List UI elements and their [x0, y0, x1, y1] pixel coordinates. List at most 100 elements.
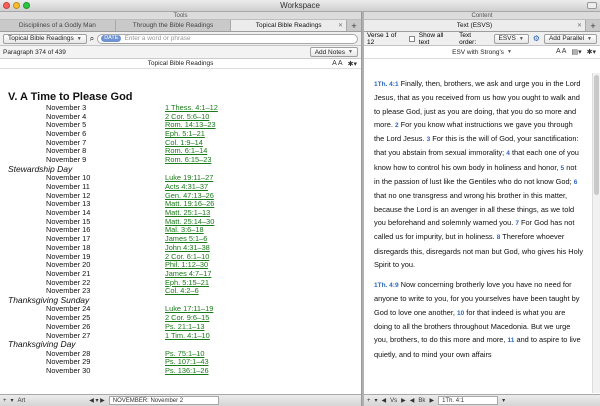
document-title-strip: Topical Bible Readings A A ✱▾	[0, 59, 361, 69]
tab-disciplines[interactable]: Disciplines of a Godly Man	[0, 20, 116, 31]
paragraph-indicator: Paragraph 374 of 439	[3, 48, 66, 56]
resource-select-label: Topical Bible Readings	[8, 35, 74, 42]
chevron-down-icon[interactable]: ▾	[375, 397, 378, 404]
verse-nav-button[interactable]: Vs	[390, 398, 397, 404]
window-titlebar: Workspace	[0, 0, 600, 12]
chevron-down-icon[interactable]: ▾	[11, 397, 14, 404]
reading-date: November 23	[46, 286, 91, 296]
verse-text: received from us	[435, 93, 493, 103]
tab-label: Topical Bible Readings	[255, 22, 322, 29]
version-label: ESVS	[498, 35, 516, 42]
location-value: NOVEMBER: November 2	[112, 397, 184, 404]
left-status-bar: + ▾ Art ◀ ▾ ▶ NOVEMBER: November 2	[0, 394, 361, 406]
options-icon[interactable]: ▾	[502, 397, 505, 404]
verse-text: For	[518, 217, 535, 227]
tab-text-esvs[interactable]: Text (ESVS) ✕	[364, 20, 586, 31]
dropdown-arrow-icon: ▼	[76, 35, 82, 42]
verse-indicator: Verse 1 of 12	[367, 31, 397, 46]
scripture-link[interactable]: Ps. 136:1–26	[165, 366, 209, 376]
font-size-icon[interactable]: A A	[332, 60, 343, 68]
location-field[interactable]: NOVEMBER: November 2	[108, 396, 219, 405]
scrollbar-thumb[interactable]	[594, 75, 599, 195]
verse-text: to please God, just as you are doing, th…	[374, 106, 525, 116]
bible-paragraph: 1Th. 4:1 Finally, then, brothers, we ask…	[374, 77, 584, 271]
add-tab-button[interactable]: +	[347, 20, 361, 31]
font-size-icon[interactable]: A A	[556, 48, 567, 56]
layout-icon[interactable]: ▤▾	[571, 48, 581, 56]
close-tab-icon[interactable]: ✕	[338, 22, 343, 29]
reading-date: November 30	[46, 366, 91, 376]
prev-book-icon[interactable]: ◀	[410, 397, 415, 404]
verse-reference[interactable]: 1Th. 4:1	[374, 81, 399, 88]
right-toolbar: Verse 1 of 12 Show all text Text order: …	[364, 32, 600, 46]
show-all-checkbox[interactable]	[408, 35, 415, 42]
document-title: Topical Bible Readings	[147, 60, 214, 67]
search-icon[interactable]: ⌕	[90, 34, 94, 44]
resource-select[interactable]: Topical Bible Readings ▼	[3, 33, 87, 44]
tab-label: Disciplines of a Godly Man	[18, 22, 96, 29]
reading-row: November 27 1 Tim. 4:1–10	[8, 331, 361, 341]
add-notes-label: Add Notes	[314, 48, 346, 56]
view-tools: A A ▤▾ ✱▾	[556, 48, 596, 56]
verse-text: impurity, but in holiness.	[415, 232, 497, 242]
nav-arrow-icon[interactable]: ◀ ▾ ▶	[89, 397, 105, 404]
verse-text: that no one transgress and	[374, 191, 464, 201]
search-placeholder: Enter a word or phrase	[124, 35, 191, 42]
verse-text: for that indeed is what	[464, 307, 541, 317]
paragraph-bar: Paragraph 374 of 439 Add Notes ▼	[0, 46, 361, 59]
verse-number[interactable]: 6	[574, 179, 578, 186]
minimize-window-button[interactable]	[13, 2, 20, 9]
reading-row: November 30 Ps. 136:1–26	[8, 366, 361, 376]
reading-list: V. A Time to Please God November 31 Thes…	[0, 91, 361, 391]
verse-text: honor,	[537, 162, 561, 172]
strongs-select[interactable]: ESV with Strong's ▼	[448, 47, 516, 57]
next-book-icon[interactable]: ▶	[429, 397, 434, 404]
add-notes-button[interactable]: Add Notes ▼	[309, 47, 358, 57]
reading-date: November 9	[46, 155, 87, 165]
tab-through-the-bible[interactable]: Through the Bible Readings	[116, 20, 232, 31]
gear-icon[interactable]: ✱▾	[587, 48, 596, 56]
reading-row: November 9 Rom. 6:15–23	[8, 155, 361, 165]
version-select[interactable]: ESVS ▼	[493, 33, 529, 44]
search-token[interactable]: DATE	[101, 35, 122, 42]
view-tools: A A ✱▾	[332, 60, 357, 68]
gear-icon[interactable]: ✱▾	[348, 60, 357, 68]
fullscreen-button[interactable]	[587, 2, 597, 9]
dropdown-arrow-icon: ▼	[518, 35, 524, 42]
add-icon[interactable]: +	[367, 398, 371, 404]
verse-text: do this more and more,	[429, 335, 508, 345]
verse-text: how you ought to walk and	[492, 93, 580, 103]
tools-tab-bar: Disciplines of a Godly Man Through the B…	[0, 20, 361, 32]
vertical-scrollbar[interactable]	[592, 73, 600, 393]
add-tab-button[interactable]: +	[586, 20, 600, 31]
content-panel-header: Content	[364, 12, 600, 20]
add-parallel-label: Add Parallel	[548, 35, 585, 42]
content-tab-bar: Text (ESVS) ✕ +	[364, 20, 600, 32]
close-tab-icon[interactable]: ✕	[577, 22, 582, 29]
add-icon[interactable]: +	[3, 398, 7, 404]
strongs-label: ESV with Strong's	[452, 48, 504, 56]
content-pane: Content Text (ESVS) ✕ + Verse 1 of 12 Sho…	[364, 12, 600, 406]
tab-topical-bible-readings[interactable]: Topical Bible Readings ✕	[231, 20, 348, 31]
close-window-button[interactable]	[3, 2, 10, 9]
bible-text: 1Th. 4:1 Finally, then, brothers, we ask…	[364, 73, 590, 393]
verse-text: the passion of lust	[381, 177, 444, 187]
zoom-window-button[interactable]	[23, 2, 30, 9]
sync-icon[interactable]: ⚙	[533, 34, 540, 43]
tab-label: Through the Bible Readings	[132, 22, 214, 29]
verse-text: Finally, then, brothers,	[400, 79, 474, 88]
search-input[interactable]: DATE Enter a word or phrase	[97, 33, 358, 44]
art-button[interactable]: Art	[18, 398, 26, 404]
verse-reference[interactable]: 1Th. 4:9	[374, 282, 399, 289]
verse-text: For this is the will of God, your sancti…	[430, 134, 579, 144]
reference-field[interactable]: 1Th. 4:1	[438, 396, 499, 405]
workspace-window: Workspace Tools Disciplines of a Godly M…	[0, 0, 600, 406]
add-parallel-button[interactable]: Add Parallel ▼	[543, 33, 597, 44]
scripture-link[interactable]: Rom. 6:15–23	[165, 155, 211, 165]
scripture-link[interactable]: 1 Tim. 4:1–10	[165, 331, 210, 341]
next-verse-icon[interactable]: ▶	[401, 397, 406, 404]
prev-verse-icon[interactable]: ◀	[382, 397, 387, 404]
book-nav-button[interactable]: Bk	[418, 398, 425, 404]
show-all-label: Show all text	[418, 31, 444, 46]
scripture-link[interactable]: Col. 4:2–6	[165, 287, 199, 296]
